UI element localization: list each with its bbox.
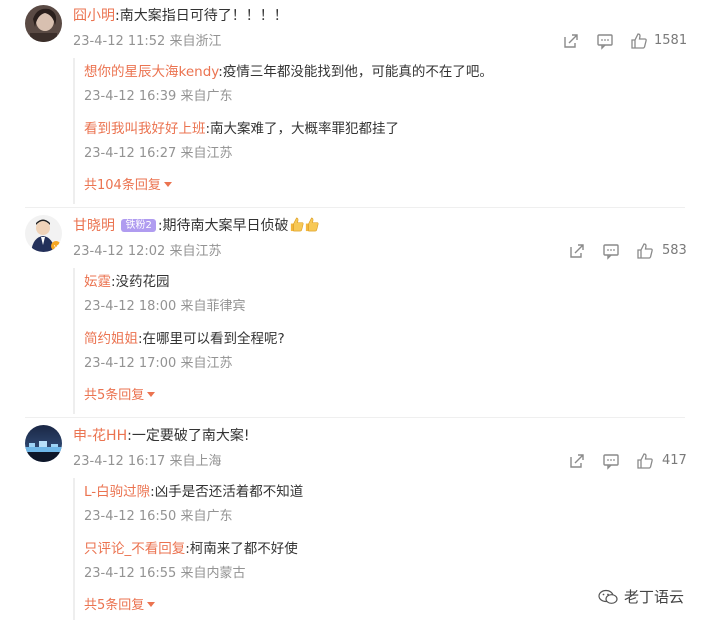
share-icon[interactable] — [568, 242, 586, 260]
more-replies-link[interactable]: 共5条回复 — [84, 597, 156, 615]
reply-location: 来自广东 — [180, 509, 233, 524]
avatar[interactable]: v — [25, 215, 62, 252]
share-icon[interactable] — [562, 32, 580, 50]
reply-username[interactable]: 只评论_不看回复 — [84, 541, 185, 557]
more-replies-label: 共5条回复 — [84, 598, 145, 613]
comment-text: :期待南大案早日侦破 — [157, 218, 289, 234]
comment-meta: 23-4-12 11:52 来自浙江 — [73, 33, 222, 51]
comment-text: :南大案指日可待了！！！！ — [115, 8, 288, 24]
watermark-text: 老丁语云 — [623, 588, 684, 606]
comment-date: 23-4-12 12:02 — [73, 244, 166, 259]
comment-username[interactable]: 申-花HH — [73, 428, 127, 444]
comment-text-line: 囧小明:南大案指日可待了！！！！ — [73, 6, 288, 26]
comment-location: 来自上海 — [169, 454, 222, 469]
reply-meta: 23-4-12 16:55 来自内蒙古 — [84, 565, 246, 583]
comment-username[interactable]: 甘晓明 — [73, 218, 115, 234]
more-replies-label: 共5条回复 — [84, 388, 145, 403]
avatar[interactable] — [25, 425, 62, 462]
share-icon[interactable] — [568, 452, 586, 470]
reply-location: 来自菲律宾 — [180, 299, 246, 314]
watermark: 老丁语云 — [598, 586, 684, 607]
reply-item: 只评论_不看回复:柯南来了都不好使 — [84, 539, 298, 559]
reply-list: 想你的星辰大海kendy:疫情三年都没能找到他，可能真的不在了吧。 23-4-1… — [73, 58, 706, 204]
comment-icon[interactable] — [596, 32, 614, 50]
reply-username[interactable]: L-白驹过隙 — [84, 484, 150, 500]
reply-date: 23-4-12 16:50 — [84, 509, 177, 524]
more-replies-label: 共104条回复 — [84, 178, 161, 193]
reply-username[interactable]: 看到我叫我好好上班 — [84, 121, 206, 137]
reply-meta: 23-4-12 16:39 来自广东 — [84, 88, 233, 106]
comment-actions: 1581 — [562, 32, 692, 52]
reply-location: 来自广东 — [180, 89, 233, 104]
chevron-down-icon — [147, 602, 156, 607]
more-replies-link[interactable]: 共5条回复 — [84, 387, 156, 405]
reply-item: 简约姐姐:在哪里可以看到全程呢? — [84, 329, 285, 349]
reply-text: :南大案难了，大概率罪犯都挂了 — [205, 121, 400, 137]
comment-location: 来自江苏 — [169, 244, 222, 259]
comment-actions: 583 — [568, 242, 692, 262]
like-count: 417 — [662, 453, 687, 468]
like-icon[interactable] — [636, 242, 654, 260]
like-count: 583 — [662, 243, 687, 258]
reply-location: 来自内蒙古 — [180, 566, 246, 581]
reply-username[interactable]: 想你的星辰大海kendy — [84, 64, 218, 80]
reply-text: :柯南来了都不好使 — [185, 541, 298, 557]
reply-meta: 23-4-12 16:27 来自江苏 — [84, 145, 233, 163]
fan-badge[interactable]: 铁粉2 — [121, 219, 156, 232]
comment-username[interactable]: 囧小明 — [73, 8, 115, 24]
comment-meta: 23-4-12 12:02 来自江苏 — [73, 243, 222, 261]
comment-actions: 417 — [568, 452, 692, 472]
reply-location: 来自江苏 — [180, 356, 233, 371]
reply-meta: 23-4-12 18:00 来自菲律宾 — [84, 298, 246, 316]
svg-text:v: v — [54, 243, 58, 251]
comment-icon[interactable] — [602, 452, 620, 470]
reply-text: :没药花园 — [111, 274, 170, 290]
reply-location: 来自江苏 — [180, 146, 233, 161]
comment-date: 23-4-12 16:17 — [73, 454, 166, 469]
reply-username[interactable]: 妘霆 — [84, 274, 111, 290]
reply-item: L-白驹过隙:凶手是否还活着都不知道 — [84, 482, 303, 502]
reply-text: :凶手是否还活着都不知道 — [150, 484, 304, 500]
reply-meta: 23-4-12 16:50 来自广东 — [84, 508, 233, 526]
comment-item: v 甘晓明 铁粉2:期待南大案早日侦破 23-4-12 12:02 来自江苏 5… — [0, 210, 706, 420]
avatar[interactable] — [25, 5, 62, 42]
reply-date: 23-4-12 18:00 — [84, 299, 177, 314]
reply-item: 看到我叫我好好上班:南大案难了，大概率罪犯都挂了 — [84, 119, 399, 139]
reply-text: :疫情三年都没能找到他，可能真的不在了吧。 — [218, 64, 493, 80]
comment-meta: 23-4-12 16:17 来自上海 — [73, 453, 222, 471]
comment-text-line: 申-花HH:一定要破了南大案! — [73, 426, 249, 446]
reply-list: 妘霆:没药花园 23-4-12 18:00 来自菲律宾 简约姐姐:在哪里可以看到… — [73, 268, 706, 414]
reply-username[interactable]: 简约姐姐 — [84, 331, 138, 347]
like-icon[interactable] — [630, 32, 648, 50]
thumbs-up-emoji-icon — [305, 217, 319, 232]
comment-icon[interactable] — [602, 242, 620, 260]
reply-date: 23-4-12 17:00 — [84, 356, 177, 371]
comment-date: 23-4-12 11:52 — [73, 34, 166, 49]
reply-date: 23-4-12 16:27 — [84, 146, 177, 161]
comment-item: 囧小明:南大案指日可待了！！！！ 23-4-12 11:52 来自浙江 1581… — [0, 0, 706, 210]
chevron-down-icon — [147, 392, 156, 397]
like-icon[interactable] — [636, 452, 654, 470]
divider — [25, 207, 685, 208]
like-count: 1581 — [654, 33, 688, 48]
reply-item: 想你的星辰大海kendy:疫情三年都没能找到他，可能真的不在了吧。 — [84, 62, 493, 82]
comment-text: :一定要破了南大案! — [127, 428, 250, 444]
reply-text: :在哪里可以看到全程呢? — [138, 331, 285, 347]
divider — [25, 417, 685, 418]
reply-date: 23-4-12 16:39 — [84, 89, 177, 104]
thumbs-up-emoji-icon — [290, 217, 304, 232]
reply-date: 23-4-12 16:55 — [84, 566, 177, 581]
wechat-icon — [598, 589, 618, 604]
comment-text-line: 甘晓明 铁粉2:期待南大案早日侦破 — [73, 216, 319, 236]
reply-meta: 23-4-12 17:00 来自江苏 — [84, 355, 233, 373]
reply-item: 妘霆:没药花园 — [84, 272, 170, 292]
more-replies-link[interactable]: 共104条回复 — [84, 177, 172, 195]
chevron-down-icon — [163, 182, 172, 187]
comment-location: 来自浙江 — [169, 34, 222, 49]
